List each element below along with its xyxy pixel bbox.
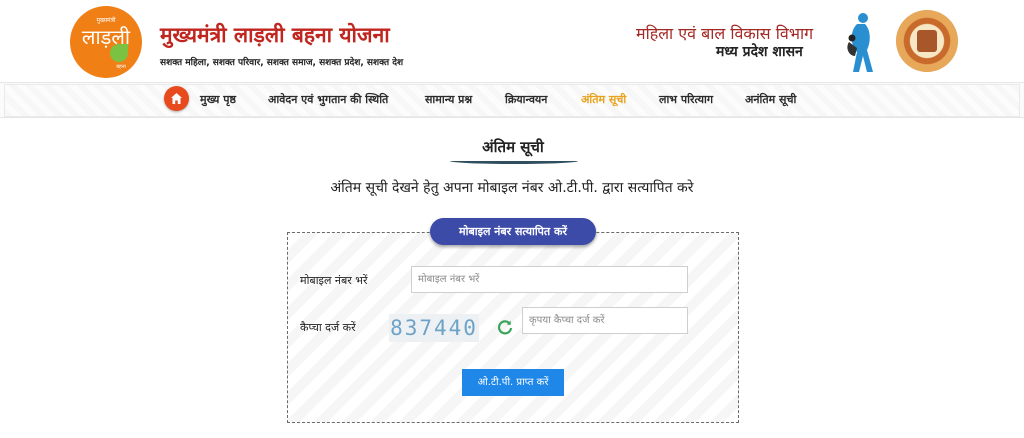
mp-government-emblem bbox=[896, 10, 958, 72]
refresh-icon[interactable] bbox=[497, 319, 513, 335]
nav-item-faq[interactable]: सामान्य प्रश्न bbox=[425, 92, 472, 107]
nav-item-final-list[interactable]: अंतिम सूची bbox=[581, 92, 626, 107]
logo-text-bottom: बहना bbox=[116, 64, 126, 70]
title-underline bbox=[450, 158, 578, 164]
home-icon bbox=[171, 93, 182, 104]
site-title: मुख्यमंत्री लाड़ली बहना योजना bbox=[160, 23, 390, 47]
nav-item-benefit-waiver[interactable]: लाभ परित्याग bbox=[659, 92, 713, 107]
home-button[interactable] bbox=[164, 86, 189, 111]
captcha-input[interactable] bbox=[522, 307, 688, 334]
form-badge: मोबाइल नंबर सत्यापित करें bbox=[430, 218, 596, 245]
instruction-text: अंतिम सूची देखने हेतु अपना मोबाइल नंबर ओ… bbox=[330, 180, 694, 196]
site-header: मुख्यमंत्री लाड़ली बहना मुख्यमंत्री लाड़… bbox=[0, 0, 1024, 82]
logo-text-main: लाड़ली bbox=[81, 25, 131, 49]
leaf-icon bbox=[110, 44, 128, 62]
mother-child-figure-icon bbox=[847, 13, 873, 72]
nav-item-application-status[interactable]: आवेदन एवं भुगतान की स्थिति bbox=[268, 92, 388, 107]
page-title: अंतिम सूची bbox=[482, 138, 544, 156]
ladli-behna-logo[interactable]: मुख्यमंत्री लाड़ली बहना bbox=[70, 6, 142, 78]
nav-item-implementation[interactable]: क्रियान्वयन bbox=[505, 92, 547, 107]
mobile-input[interactable] bbox=[411, 266, 688, 293]
government-name: मध्य प्रदेश शासन bbox=[716, 44, 803, 60]
captcha-image: 837440 bbox=[389, 314, 479, 342]
get-otp-button[interactable]: ओ.टी.पी. प्राप्त करें bbox=[462, 369, 564, 396]
nav-item-provisional-list[interactable]: अनंतिम सूची bbox=[745, 92, 796, 107]
site-tagline: सशक्त महिला, सशक्त परिवार, सशक्त समाज, स… bbox=[160, 58, 404, 68]
nav-item-home[interactable]: मुख्य पृष्ठ bbox=[200, 92, 236, 107]
department-name: महिला एवं बाल विकास विभाग bbox=[636, 24, 814, 43]
captcha-label: कैप्चा दर्ज करें bbox=[300, 321, 356, 334]
mobile-label: मोबाइल नंबर भरें bbox=[300, 274, 368, 287]
